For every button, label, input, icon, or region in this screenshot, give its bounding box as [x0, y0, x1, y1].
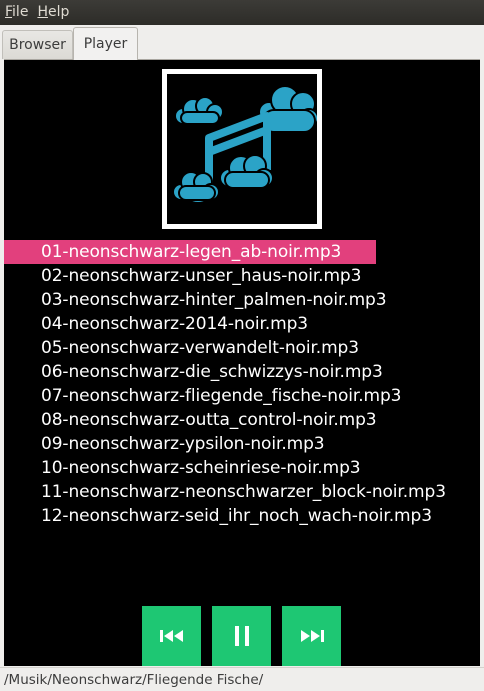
track-item[interactable]: 03-neonschwarz-hinter_palmen-noir.mp3	[4, 288, 480, 312]
track-title: 01-neonschwarz-legen_ab-noir.mp3	[41, 242, 342, 262]
track-title: 08-neonschwarz-outta_control-noir.mp3	[41, 410, 377, 430]
next-track-button[interactable]	[282, 606, 341, 666]
track-item[interactable]: 12-neonschwarz-seid_ihr_noch_wach-noir.m…	[4, 504, 480, 528]
track-title: 03-neonschwarz-hinter_palmen-noir.mp3	[41, 290, 387, 310]
menu-file-label: ile	[12, 4, 29, 20]
track-title: 12-neonschwarz-seid_ihr_noch_wach-noir.m…	[41, 506, 432, 526]
track-item[interactable]: 09-neonschwarz-ypsilon-noir.mp3	[4, 432, 480, 456]
track-item[interactable]: 08-neonschwarz-outta_control-noir.mp3	[4, 408, 480, 432]
track-item[interactable]: 10-neonschwarz-scheinriese-noir.mp3	[4, 456, 480, 480]
menu-file-mnemonic: F	[5, 4, 13, 20]
track-item[interactable]: 06-neonschwarz-die_schwizzys-noir.mp3	[4, 360, 480, 384]
track-title: 02-neonschwarz-unser_haus-noir.mp3	[41, 266, 362, 286]
previous-track-button[interactable]	[142, 606, 201, 666]
menubar: File Help	[0, 0, 484, 25]
track-title: 05-neonschwarz-verwandelt-noir.mp3	[41, 338, 359, 358]
skip-next-icon	[300, 630, 324, 642]
tab-bar: Browser Player	[0, 25, 484, 60]
menu-help-mnemonic: H	[37, 4, 48, 20]
pause-icon	[234, 626, 249, 646]
track-title: 10-neonschwarz-scheinriese-noir.mp3	[41, 458, 361, 478]
track-title: 11-neonschwarz-neonschwarzer_block-noir.…	[41, 482, 446, 502]
track-item-selected[interactable]: 01-neonschwarz-legen_ab-noir.mp3	[4, 240, 480, 264]
track-item[interactable]: 02-neonschwarz-unser_haus-noir.mp3	[4, 264, 480, 288]
track-title: 04-neonschwarz-2014-noir.mp3	[41, 314, 309, 334]
track-item[interactable]: 05-neonschwarz-verwandelt-noir.mp3	[4, 336, 480, 360]
player-panel: 01-neonschwarz-legen_ab-noir.mp3 02-neon…	[4, 59, 480, 666]
tab-browser[interactable]: Browser	[2, 30, 73, 59]
pause-button[interactable]	[212, 606, 271, 666]
app-window: File Help Browser Player 01-neonschwarz-…	[0, 0, 484, 691]
track-item[interactable]: 04-neonschwarz-2014-noir.mp3	[4, 312, 480, 336]
album-cover	[162, 69, 322, 229]
tab-player[interactable]: Player	[73, 27, 138, 60]
menu-help-label: elp	[47, 4, 70, 20]
status-bar-path: /Musik/Neonschwarz/Fliegende Fische/	[0, 667, 484, 691]
music-note-clouds-icon	[172, 85, 317, 202]
track-list: 01-neonschwarz-legen_ab-noir.mp3 02-neon…	[4, 240, 480, 528]
skip-previous-icon	[159, 630, 183, 642]
playback-controls	[142, 606, 342, 666]
track-item[interactable]: 11-neonschwarz-neonschwarzer_block-noir.…	[4, 480, 480, 504]
track-item[interactable]: 07-neonschwarz-fliegende_fische-noir.mp3	[4, 384, 480, 408]
track-title: 06-neonschwarz-die_schwizzys-noir.mp3	[41, 362, 383, 382]
menu-file[interactable]: File	[0, 0, 32, 25]
track-title: 09-neonschwarz-ypsilon-noir.mp3	[41, 434, 325, 454]
menu-help[interactable]: Help	[32, 0, 73, 25]
track-title: 07-neonschwarz-fliegende_fische-noir.mp3	[41, 386, 402, 406]
